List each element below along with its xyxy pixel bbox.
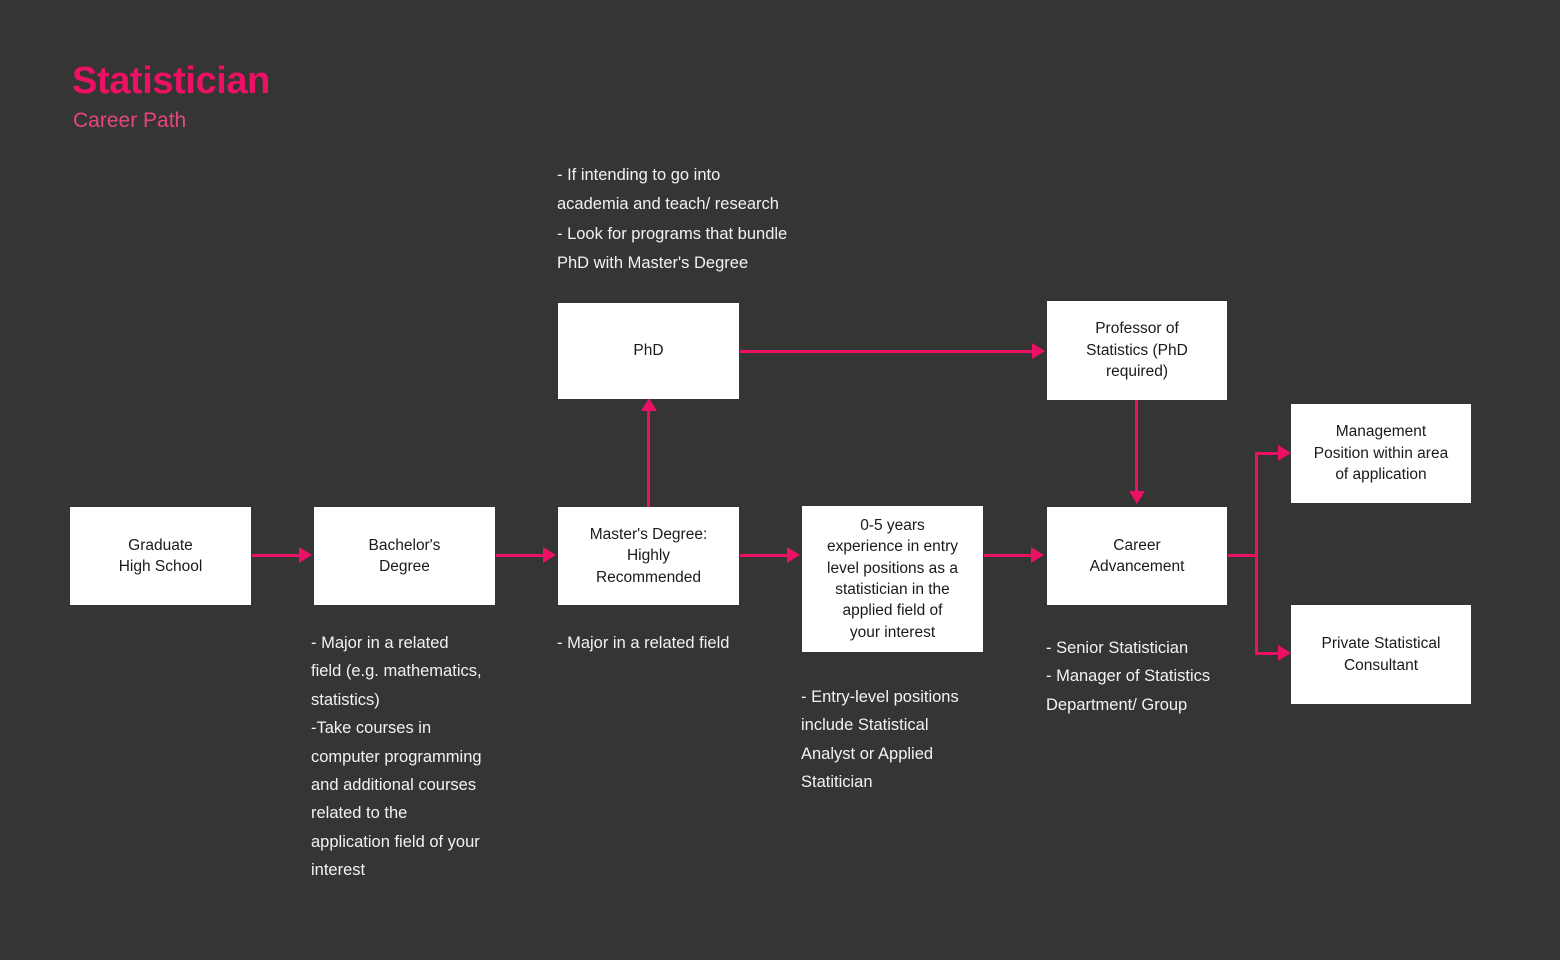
node-label-phd: PhD [633,342,664,360]
connector-masters-to-experience [740,554,788,557]
arrowhead-hs-to-bachelors [299,547,312,563]
connector-professor-to-career [1135,400,1138,493]
arrowhead-bus-to-management [1278,445,1291,461]
node-label-masters-degree: Master's Degree: Highly Recommended [589,525,708,586]
connector-career-to-bus [1228,554,1258,557]
connector-bachelors-to-masters [496,554,544,557]
arrowhead-bus-to-consultant [1278,645,1291,661]
arrowhead-masters-to-phd [641,398,657,411]
note-masters: - Major in a related field [557,634,730,652]
connector-split-bus [1255,452,1258,655]
node-bachelors-degree[interactable]: Bachelor's Degree [314,507,495,605]
node-private-consultant[interactable]: Private Statistical Consultant [1291,605,1471,704]
page-title: Statistician [72,60,270,102]
node-label-graduate-high-school: Graduate High School [118,536,203,575]
note-career-advancement: - Senior Statistician - Manager of Stati… [1046,639,1211,714]
node-label-management-position: Management Position within area of appli… [1313,423,1449,484]
arrowhead-phd-to-professor [1032,343,1045,359]
node-label-experience: 0-5 years experience in entry level posi… [827,516,958,641]
node-label-private-consultant: Private Statistical Consultant [1321,635,1441,674]
connector-phd-to-professor [740,350,1033,353]
node-career-advancement[interactable]: Career Advancement [1047,507,1227,605]
node-management-position[interactable]: Management Position within area of appli… [1291,404,1471,503]
arrowhead-masters-to-experience [787,547,800,563]
node-graduate-high-school[interactable]: Graduate High School [70,507,251,605]
node-label-bachelors-degree: Bachelor's Degree [368,536,441,575]
connector-bus-to-management [1255,452,1280,455]
connector-experience-to-career [984,554,1032,557]
node-label-career-advancement: Career Advancement [1089,536,1185,575]
diagram-canvas: Statistician Career Path Graduate High S… [0,0,1560,960]
note-bachelors: - Major in a related field (e.g. mathema… [311,634,482,879]
node-label-professor-of-statistics: Professor of Statistics (PhD required) [1086,320,1188,381]
node-experience[interactable]: 0-5 years experience in entry level posi… [802,506,983,652]
note-phd: - If intending to go into academia and t… [557,166,788,273]
arrowhead-experience-to-career [1031,547,1044,563]
node-professor-of-statistics[interactable]: Professor of Statistics (PhD required) [1047,301,1227,400]
node-phd[interactable]: PhD [558,303,739,399]
page-subtitle: Career Path [73,108,187,132]
node-masters-degree[interactable]: Master's Degree: Highly Recommended [558,507,739,605]
arrowhead-bachelors-to-masters [543,547,556,563]
connector-hs-to-bachelors [252,554,300,557]
note-experience: - Entry-level positions include Statisti… [801,688,959,792]
arrowhead-professor-to-career [1129,491,1145,504]
title-block: Statistician Career Path [72,60,270,133]
connector-bus-to-consultant [1255,652,1280,655]
connector-masters-to-phd [647,410,650,510]
